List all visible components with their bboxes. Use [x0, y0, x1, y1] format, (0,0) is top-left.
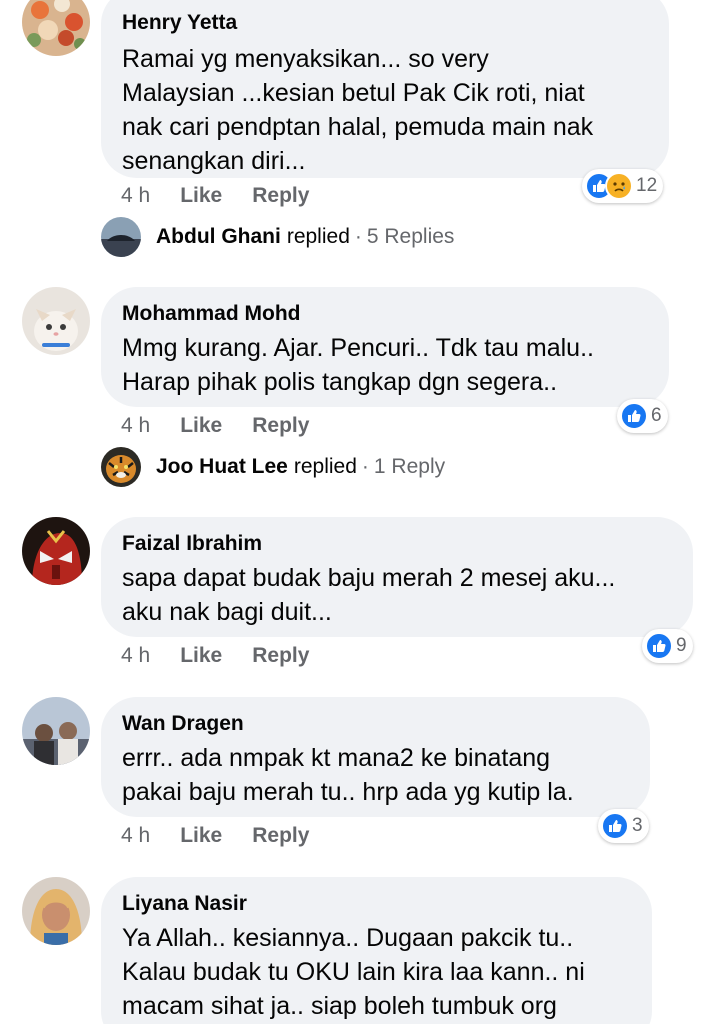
avatar[interactable]: [22, 517, 90, 585]
comment-actions: 4 h Like Reply: [121, 411, 309, 441]
comment-time[interactable]: 4 h: [121, 184, 150, 208]
replied-label: replied: [286, 225, 350, 248]
reply-button[interactable]: Reply: [252, 414, 309, 438]
like-icon: [645, 632, 673, 660]
comment-time[interactable]: 4 h: [121, 824, 150, 848]
reply-avatar: [101, 447, 141, 487]
comment-bubble: Faizal Ibrahim sapa dapat budak baju mer…: [101, 517, 693, 637]
reaction-count: 12: [636, 175, 658, 196]
comment-actions: 4 h Like Reply: [121, 641, 309, 671]
like-button[interactable]: Like: [180, 184, 222, 208]
comment-author[interactable]: Mohammad Mohd: [122, 301, 647, 327]
avatar[interactable]: [22, 877, 90, 945]
comment-actions: 4 h Like Reply: [121, 821, 309, 851]
reply-button[interactable]: Reply: [252, 184, 309, 208]
like-button[interactable]: Like: [180, 644, 222, 668]
replied-label: replied: [293, 455, 357, 478]
reaction-summary[interactable]: 3: [598, 809, 649, 843]
comment-text: Ya Allah.. kesiannya.. Dugaan pakcik tu.…: [122, 924, 585, 1020]
separator-dot: ·: [354, 225, 362, 248]
reaction-summary[interactable]: 6: [617, 399, 668, 433]
reply-author: Joo Huat Lee: [156, 455, 288, 478]
like-icon: [620, 402, 648, 430]
reply-avatar: [101, 217, 141, 257]
replies-link[interactable]: Abdul Ghani replied · 5 Replies: [101, 217, 454, 257]
comment-author[interactable]: Henry Yetta: [122, 10, 647, 36]
comment-text: Ramai yg menyaksikan... so very Malaysia…: [122, 45, 594, 175]
reaction-summary[interactable]: 9: [642, 629, 693, 663]
reply-count: 1 Reply: [373, 455, 446, 478]
like-button[interactable]: Like: [180, 414, 222, 438]
reaction-count: 9: [676, 635, 687, 656]
comment-author[interactable]: Faizal Ibrahim: [122, 531, 671, 557]
comment-bubble: Henry Yetta Ramai yg menyaksikan... so v…: [101, 0, 669, 178]
comment-bubble: Mohammad Mohd Mmg kurang. Ajar. Pencuri.…: [101, 287, 669, 407]
avatar[interactable]: [22, 0, 90, 56]
comment-bubble: Wan Dragen errr.. ada nmpak kt mana2 ke …: [101, 697, 650, 817]
like-icon: [601, 812, 629, 840]
comment-text: errr.. ada nmpak kt mana2 ke binatang pa…: [122, 744, 574, 806]
reply-button[interactable]: Reply: [252, 644, 309, 668]
comment-author[interactable]: Wan Dragen: [122, 711, 628, 737]
comment-actions: 4 h Like Reply: [121, 181, 309, 211]
sad-icon: [605, 172, 633, 200]
comment-time[interactable]: 4 h: [121, 644, 150, 668]
comment-bubble: Liyana Nasir Ya Allah.. kesiannya.. Duga…: [101, 877, 652, 1024]
avatar[interactable]: [22, 287, 90, 355]
reply-count: 5 Replies: [366, 225, 455, 248]
reply-author: Abdul Ghani: [156, 225, 281, 248]
reply-button[interactable]: Reply: [252, 824, 309, 848]
comment-text: Mmg kurang. Ajar. Pencuri.. Tdk tau malu…: [122, 334, 594, 396]
replies-link[interactable]: Joo Huat Lee replied · 1 Reply: [101, 447, 445, 487]
comment-time[interactable]: 4 h: [121, 414, 150, 438]
comment-author[interactable]: Liyana Nasir: [122, 891, 630, 917]
reaction-summary[interactable]: 12: [582, 169, 664, 203]
avatar[interactable]: [22, 697, 90, 765]
like-button[interactable]: Like: [180, 824, 222, 848]
separator-dot: ·: [361, 455, 369, 478]
comment-text: sapa dapat budak baju merah 2 mesej aku.…: [122, 564, 616, 626]
reaction-count: 3: [632, 815, 643, 836]
reaction-count: 6: [651, 405, 662, 426]
